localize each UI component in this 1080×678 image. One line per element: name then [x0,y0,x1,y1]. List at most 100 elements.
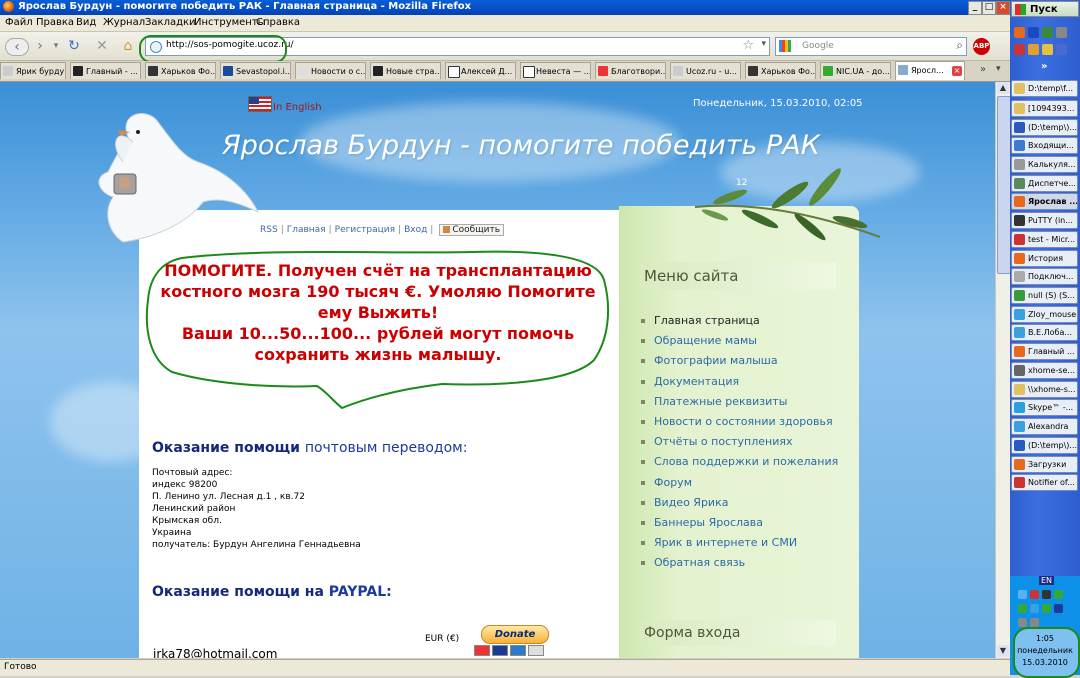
quick-launch-more-icon[interactable]: » [1041,61,1047,72]
menu-item-video[interactable]: Видео Ярика [641,496,838,516]
stop-icon[interactable]: ✕ [93,38,111,54]
menu-item-forum[interactable]: Форум [641,476,838,496]
scroll-thumb[interactable] [997,96,1011,274]
scroll-up-icon[interactable]: ▲ [997,82,1009,94]
tab[interactable]: Харьков Фо... [745,62,816,79]
app-icon[interactable] [1028,44,1039,55]
taskbar-button[interactable]: Главный ... [1011,343,1078,360]
menu-item-support-words[interactable]: Слова поддержки и пожелания [641,455,838,475]
tray-icon[interactable] [1042,604,1051,613]
taskbar-button[interactable]: Входящи... [1011,137,1078,154]
taskbar-button[interactable]: (D:\temp\)... [1011,437,1078,454]
tab[interactable]: Новости о с... [295,62,366,79]
menu-item-documents[interactable]: Документация [641,375,838,395]
tab[interactable]: Невеста — ... [520,62,591,79]
url-dropdown-icon[interactable]: ▾ [761,39,766,49]
menu-view[interactable]: Вид [76,17,96,28]
tab[interactable]: Благотвори... [595,62,666,79]
taskbar-button[interactable]: xhome-se... [1011,362,1078,379]
bluetooth-icon[interactable] [1054,604,1063,613]
taskbar-button[interactable]: D:\temp\f... [1011,80,1078,97]
reload-icon[interactable]: ↻ [65,38,83,54]
site-title[interactable]: Ярослав Бурдун - помогите победить РАК [222,130,820,161]
app-icon[interactable] [1014,44,1025,55]
taskbar-button[interactable]: [1094393... [1011,100,1078,117]
tray-icon[interactable] [1018,590,1027,599]
menu-help[interactable]: Справка [256,17,300,28]
app-icon[interactable] [1056,27,1067,38]
menu-item-feedback[interactable]: Обратная связь [641,556,838,576]
maximize-icon[interactable]: □ [982,1,996,15]
taskbar-button[interactable]: Калькуля... [1011,156,1078,173]
menu-tools[interactable]: Инструменты [194,17,266,28]
taskbar-button[interactable]: \\xhome-s... [1011,381,1078,398]
adblock-plus-icon[interactable]: ABP [973,38,990,55]
tray-icon[interactable] [1054,590,1063,599]
rss-link[interactable]: RSS [260,225,278,235]
menu-edit[interactable]: Правка [36,17,74,28]
menu-item-health-news[interactable]: Новости о состоянии здоровья [641,415,838,435]
taskbar-button[interactable]: Загрузки [1011,456,1078,473]
menu-item-mother-appeal[interactable]: Обращение мамы [641,334,838,354]
menu-file[interactable]: Файл [5,17,33,28]
scroll-down-icon[interactable]: ▼ [997,645,1009,657]
donate-button[interactable]: Donate [481,625,549,644]
taskbar-button[interactable]: Подключ... [1011,268,1078,285]
tab[interactable]: Ucoz.ru - u... [670,62,741,79]
clock[interactable]: 1:05 понедельник 15.03.2010 [1010,633,1080,669]
tray-icon[interactable] [1042,590,1051,599]
start-button[interactable]: Пуск [1011,1,1079,17]
menu-item-photos[interactable]: Фотографии малыша [641,354,838,374]
tab[interactable]: Новые стра... [370,62,441,79]
taskbar-button[interactable]: История [1011,250,1078,267]
tray-icon[interactable] [1030,604,1039,613]
google-icon[interactable] [779,40,791,52]
login-link[interactable]: Вход [404,225,427,235]
list-tabs-icon[interactable]: ▾ [996,64,1001,74]
taskbar-button[interactable]: Notifier of... [1011,474,1078,491]
taskbar-button[interactable]: PuTTY (in... [1011,212,1078,229]
tab[interactable]: Главный - ... [70,62,141,79]
home-icon[interactable]: ⌂ [119,38,137,54]
menu-item-reports[interactable]: Отчёты о поступлениях [641,435,838,455]
tab[interactable]: Алексей Д... [445,62,516,79]
menu-history[interactable]: Журнал [103,17,145,28]
tab[interactable]: NIC.UA - до... [820,62,891,79]
menu-item-media[interactable]: Ярик в интернете и СМИ [641,536,838,556]
tray-icon[interactable] [1030,590,1039,599]
close-tab-icon[interactable]: × [952,66,962,76]
tab[interactable]: Харьков Фо... [145,62,216,79]
bookmark-star-icon[interactable]: ☆ [742,38,754,53]
menu-bookmarks[interactable]: Закладки [145,17,196,28]
taskbar-button[interactable]: Диспетче... [1011,175,1078,192]
app-icon[interactable] [1042,44,1053,55]
history-dropdown-icon[interactable]: ▾ [47,38,65,54]
back-icon[interactable]: ‹ [5,38,29,56]
taskbar-button[interactable]: null (S) (S... [1011,287,1078,304]
taskbar-button-active[interactable]: Ярослав ... [1011,193,1078,210]
menu-item-payment-details[interactable]: Платежные реквизиты [641,395,838,415]
taskbar-button[interactable]: Alexandra [1011,418,1078,435]
close-icon[interactable]: × [996,1,1010,15]
tab-scroll-icon[interactable]: » [980,64,986,75]
register-link[interactable]: Регистрация [335,225,395,235]
search-bar[interactable]: Google ⌕ [775,37,967,56]
app-icon[interactable] [1042,27,1053,38]
tab[interactable]: Ярик бурду... [0,62,66,79]
taskbar-button[interactable]: Zloy_mouse [1011,306,1078,323]
minimize-icon[interactable]: _ [968,1,982,15]
menu-item-home[interactable]: Главная страница [641,314,838,334]
window-icon[interactable] [1028,27,1039,38]
taskbar-button[interactable]: (D:\temp\)... [1011,119,1078,136]
menu-item-banners[interactable]: Баннеры Ярослава [641,516,838,536]
report-button[interactable]: Сообщить [439,224,505,236]
home-link[interactable]: Главная [287,225,326,235]
taskbar-button[interactable]: test - Micr... [1011,231,1078,248]
tab-active[interactable]: Яросл... × [895,61,965,80]
search-icon[interactable]: ⌕ [956,38,963,53]
tray-icon[interactable] [1018,604,1027,613]
tray-icon[interactable] [1018,618,1027,627]
taskbar-button[interactable]: В.Е.Лоба... [1011,324,1078,341]
firefox-icon[interactable] [1014,27,1025,38]
app-icon[interactable] [1056,44,1067,55]
